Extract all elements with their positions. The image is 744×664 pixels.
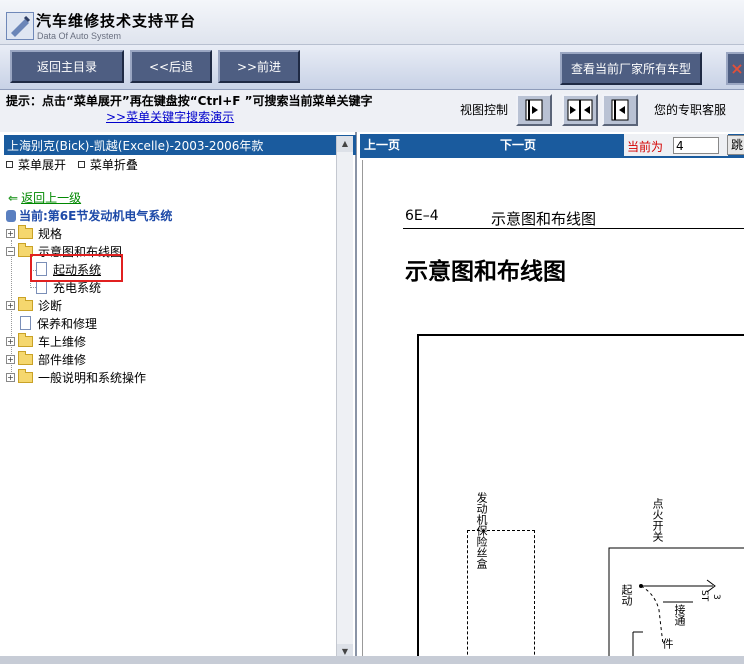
main-toolbar: 返回主目录 <<后退 >>前进 查看当前厂家所有车型 ×: [0, 45, 744, 90]
app-subtitle: Data Of Auto System: [37, 31, 122, 41]
document-title: 示意图和布线图: [405, 259, 566, 285]
folder-icon: [18, 224, 33, 239]
view-split-button[interactable]: [562, 94, 598, 126]
expand-plus-icon[interactable]: +: [6, 372, 15, 382]
status-strip: [0, 656, 744, 664]
page-number-input[interactable]: [673, 137, 719, 154]
section-number: 6E–4: [405, 208, 439, 224]
back-level-link[interactable]: ⇐ 返回上一级: [8, 189, 81, 206]
tree-item-component-repair[interactable]: + 部件维修: [6, 350, 86, 368]
document-icon: [36, 280, 47, 294]
split-view-icon: [567, 99, 593, 121]
document-icon: [20, 316, 31, 330]
hint-text: 提示：点击“菜单展开”再在键盘按“Ctrl+F ”可搜索当前菜单关键字: [6, 94, 373, 108]
model-header: 上海别克(Bick)-凯越(Excelle)-2003-2006年款: [4, 135, 356, 155]
back-arrow-icon: ⇐: [8, 191, 19, 205]
hint-bar: 提示：点击“菜单展开”再在键盘按“Ctrl+F ”可搜索当前菜单关键字 >>菜单…: [0, 90, 744, 132]
app-logo-icon: [6, 12, 34, 40]
view-right-button[interactable]: [602, 94, 638, 126]
tree-label: 规格: [38, 226, 63, 241]
tree-item-specs[interactable]: + 规格: [6, 224, 62, 242]
folder-icon: [18, 368, 33, 383]
expand-plus-icon[interactable]: +: [6, 336, 15, 346]
next-page-button[interactable]: 下一页: [500, 136, 536, 153]
tree-label: 车上维修: [38, 334, 87, 349]
expand-plus-icon[interactable]: +: [6, 300, 15, 310]
square-icon: [77, 161, 85, 168]
start-label: 起动: [620, 584, 633, 606]
collapse-menu-button[interactable]: 菜单折叠: [77, 158, 138, 172]
square-icon: [6, 161, 13, 168]
search-demo-link[interactable]: >>菜单关键字搜索演示: [106, 108, 234, 125]
tree-label: 保养和修理: [37, 316, 98, 331]
tree-label: 一般说明和系统操作: [38, 370, 147, 385]
header-rule: [403, 228, 744, 229]
all-models-button[interactable]: 查看当前厂家所有车型: [560, 52, 702, 85]
section-title: 示意图和布线图: [491, 210, 597, 228]
part-label: 件: [661, 638, 674, 649]
view-left-button[interactable]: [516, 94, 552, 126]
current-section: 当前:第6E节发动机电气系统: [6, 207, 172, 224]
view-control-label: 视图控制: [460, 103, 509, 117]
arrow-left-icon: [611, 99, 629, 121]
support-text: 您的专职客服: [654, 103, 727, 117]
current-page-label: 当前为: [627, 140, 664, 154]
expand-label: 菜单展开: [18, 158, 67, 172]
fuse-box-outline: [467, 530, 535, 664]
close-icon[interactable]: ×: [726, 52, 744, 85]
back-button[interactable]: <<后退: [130, 50, 212, 83]
tree-label: 诊断: [38, 298, 63, 313]
tree-label: 部件维修: [38, 352, 87, 367]
folder-icon: [18, 296, 33, 311]
selection-highlight: [30, 254, 123, 282]
pin-label: 3: [711, 594, 721, 600]
scroll-up-icon[interactable]: ▲: [337, 136, 353, 152]
app-title: 汽车维修技术支持平台: [36, 12, 197, 30]
forward-button[interactable]: >>前进: [218, 50, 300, 83]
on-label: 接通: [673, 604, 686, 626]
expand-menu-button[interactable]: 菜单展开: [6, 158, 66, 172]
tree-item-maintenance[interactable]: 保养和修理: [20, 314, 97, 332]
document-panel: 上一页 下一页 当前为 跳 6E–4 示意图和布线图 示意图和布线图 发动机保险…: [360, 132, 744, 664]
expand-plus-icon[interactable]: +: [6, 354, 15, 364]
current-section-label: 当前:第6E节发动机电气系统: [19, 209, 173, 223]
collapse-label: 菜单折叠: [89, 158, 138, 172]
folder-icon: [18, 350, 33, 365]
expand-plus-icon[interactable]: +: [6, 228, 15, 238]
back-level-label: 返回上一级: [21, 191, 82, 205]
menu-scrollbar[interactable]: ▲ ▼: [336, 136, 353, 660]
tree-item-general-description[interactable]: + 一般说明和系统操作: [6, 368, 146, 386]
st-terminal-label: ST: [699, 590, 709, 602]
menu-panel: 上海别克(Bick)-凯越(Excelle)-2003-2006年款 菜单展开 …: [0, 132, 357, 664]
database-icon: [6, 210, 16, 222]
menu-controls: 菜单展开 菜单折叠: [6, 156, 146, 173]
jump-button[interactable]: 跳: [727, 135, 744, 155]
prev-page-button[interactable]: 上一页: [364, 136, 400, 153]
ignition-switch-label: 点火开关: [651, 498, 664, 542]
home-button[interactable]: 返回主目录: [10, 50, 124, 83]
folder-icon: [18, 332, 33, 347]
tree-item-diagnosis[interactable]: + 诊断: [6, 296, 62, 314]
tree-item-on-vehicle[interactable]: + 车上维修: [6, 332, 86, 350]
document-viewer: 6E–4 示意图和布线图 示意图和布线图 发动机保险丝盒 点火开关 起动 接通 …: [362, 160, 744, 664]
collapse-minus-icon[interactable]: −: [6, 246, 15, 256]
arrow-right-icon: [525, 99, 543, 121]
title-bar: 汽车维修技术支持平台 Data Of Auto System: [0, 0, 744, 45]
